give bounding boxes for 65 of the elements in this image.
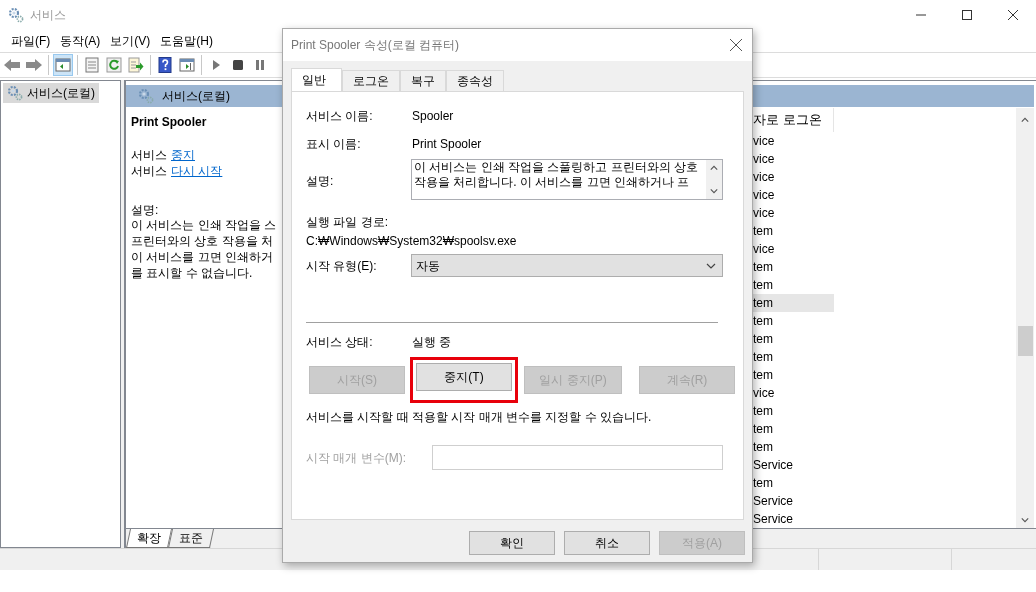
forward-arrow-icon[interactable] [25,57,43,73]
field-label: 시작 매개 변수(M): [306,449,407,467]
scroll-thumb[interactable] [1017,326,1033,356]
gear-icon [138,88,154,104]
menu-item[interactable]: 동작(A) [55,32,106,50]
properties-icon[interactable] [84,57,100,73]
scrollbar[interactable] [1016,108,1034,528]
console-tree-icon[interactable] [55,57,71,73]
pane-title: 서비스(로컬) [162,88,230,105]
field-value: Print Spooler [412,136,482,153]
description-box[interactable]: 이 서비스는 인쇄 작업을 스풀링하고 프린터와의 상호 작용을 처리합니다. 이 서비스를 끄면 인쇄하거나 프 [411,159,723,200]
field-label: 시작 유형(E): [306,257,378,275]
dialog-title: Print Spooler 속성(로컬 컴퓨터) [291,37,460,54]
help-icon[interactable] [157,57,173,73]
close-icon [1008,10,1018,20]
dialog-button[interactable]: 확인 [469,531,555,555]
description-text: 이 서비스는 인쇄 작업을 스 [131,217,277,232]
description-text: 이 서비스를 끄면 인쇄하거 [131,249,273,264]
menu-item[interactable]: 보기(V) [105,32,156,50]
menu-item[interactable]: 도움말(H) [155,32,218,50]
field-label: 실행 파일 경로: [306,214,389,229]
field-label: 서비스 이름: [306,108,374,125]
description-text: 를 표시할 수 없습니다. [131,265,253,280]
back-arrow-icon[interactable] [3,57,21,73]
gear-icon [8,7,24,23]
field-value: Spooler [412,108,454,125]
scroll-down-icon[interactable] [1021,516,1029,524]
window-title: 서비스 [30,7,66,24]
action-label: 서비스 [131,163,167,178]
description-label: 설명: [131,202,159,216]
status-value: 실행 중 [412,334,452,351]
maximize-icon [962,10,972,20]
stop-icon[interactable] [230,57,246,73]
field-label: 서비스 상태: [306,334,374,351]
service-control-button[interactable]: 중지(T) [416,363,512,391]
dialog-tab[interactable]: 복구 [400,70,446,91]
action-label: 서비스 [131,147,167,162]
description-text: 프린터와의 상호 작용을 처 [131,233,273,248]
dialog-tab[interactable]: 일반 [291,68,342,91]
refresh-icon[interactable] [106,57,122,73]
field-label: 표시 이름: [306,136,362,153]
scroll-up-icon[interactable] [1021,116,1029,124]
view-tab[interactable]: 확장 [126,529,172,548]
scroll-up-icon[interactable] [710,164,718,172]
gear-icon [7,85,23,101]
hint-text: 서비스를 시작할 때 적용할 시작 매개 변수를 지정할 수 있습니다. [306,409,653,424]
dialog-tab[interactable]: 종속성 [446,70,504,91]
action-link[interactable]: 다시 시작 [171,162,223,178]
field-label: 설명: [306,173,335,190]
path-text: C:₩Windows₩System32₩spoolsv.exe [306,233,518,248]
view-tab[interactable]: 표준 [168,529,214,548]
service-title: Print Spooler [131,114,207,129]
tree-item[interactable]: 서비스(로컬) [3,83,99,103]
action-link[interactable]: 중지 [171,146,195,162]
dialog-tab[interactable]: 로그온 [342,70,400,91]
menu-item[interactable]: 파일(F) [6,32,56,50]
scrollbar[interactable] [706,160,722,199]
description-text: 이 서비스는 인쇄 작업을 스풀링하고 프린터와의 상호 작용을 처리합니다. 이 서비스를 끄면 인쇄하거나 프 [413,160,699,191]
scroll-down-icon[interactable] [710,187,718,195]
close-icon[interactable] [730,39,742,51]
startup-type-dropdown[interactable]: 자동 [411,254,723,277]
export-list-icon[interactable] [128,57,144,73]
table-cell: tem [752,294,834,312]
action-pane-icon[interactable] [179,57,195,73]
dialog-button[interactable]: 취소 [564,531,650,555]
